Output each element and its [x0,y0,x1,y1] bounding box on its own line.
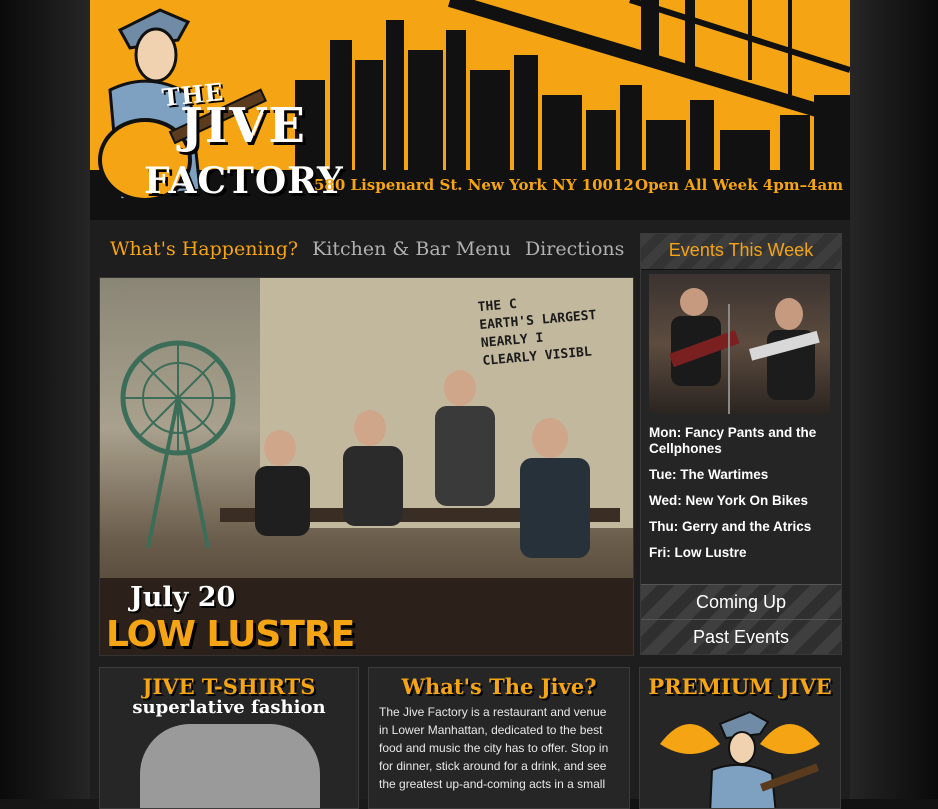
about-title: What's The Jive? [401,674,597,699]
header: THE JIVE FACTORY 580 Lispenard St. New Y… [90,0,850,220]
event-item-fri[interactable]: Fri: Low Lustre [649,545,834,561]
about-text: The Jive Factory is a restaurant and ven… [379,705,609,791]
event-item-mon[interactable]: Mon: Fancy Pants and the Cellphones [649,425,834,457]
hero-event-date: July 20 [130,582,236,613]
logo-text-jive: JIVE [180,98,307,154]
sidebar-title: Events This Week [641,234,841,270]
left-margin [0,0,90,799]
event-item-tue[interactable]: Tue: The Wartimes [649,467,834,483]
right-margin [850,0,938,799]
events-sidebar: Events This Week Mon: Fancy Pants and th… [640,233,842,655]
nav-kitchen-bar-menu[interactable]: Kitchen & Bar Menu [312,238,511,260]
premium-title: PREMIUM JIVE [648,674,832,699]
tshirts-subtitle: superlative fashion [132,697,326,718]
premium-jive-promo[interactable]: PREMIUM JIVE [639,667,841,809]
band-members-photo [220,370,620,558]
events-list: Mon: Fancy Pants and the Cellphones Tue:… [649,425,834,571]
coming-up-button[interactable]: Coming Up [641,584,841,619]
premium-logo-illustration [660,710,820,808]
hours-text: Open All Week 4pm–4am [635,176,844,194]
mural-text: THE C EARTH'S LARGEST NEARLY I CLEARLY V… [477,296,598,369]
address-text: 580 Lispenard St. New York NY 10012 [314,176,634,194]
about-box: What's The Jive? The Jive Factory is a r… [368,667,630,809]
main-nav: What's Happening? Kitchen & Bar Menu Dir… [110,238,624,260]
featured-event-banner[interactable]: THE C EARTH'S LARGEST NEARLY I CLEARLY V… [99,277,634,656]
events-band-photo[interactable] [649,274,830,414]
nav-whats-happening[interactable]: What's Happening? [110,238,298,260]
tshirt-image [140,724,320,808]
hero-band-name: LOW LUSTRE [106,614,355,655]
tshirts-promo[interactable]: JIVE T-SHIRTS superlative fashion [99,667,359,809]
event-item-wed[interactable]: Wed: New York On Bikes [649,493,834,509]
past-events-button[interactable]: Past Events [641,619,841,654]
nav-directions[interactable]: Directions [525,238,624,260]
event-item-thu[interactable]: Thu: Gerry and the Atrics [649,519,834,535]
page-container: THE JIVE FACTORY 580 Lispenard St. New Y… [90,0,850,809]
tshirts-title: JIVE T-SHIRTS [142,674,316,699]
